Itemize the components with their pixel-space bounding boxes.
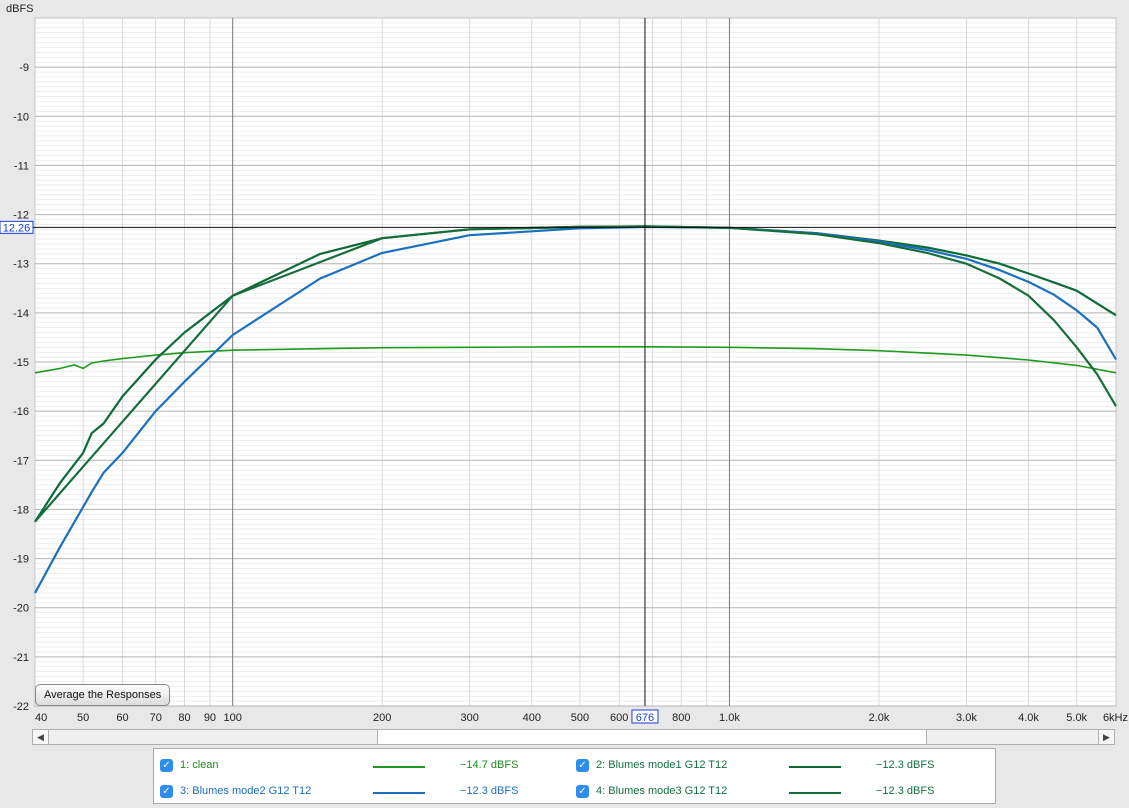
y-tick-label: -11 (14, 160, 29, 172)
y-tick-label: -21 (13, 652, 29, 664)
x-tick-label: 50 (77, 712, 89, 724)
legend-swatch (373, 766, 425, 768)
x-tick-label: 800 (672, 712, 690, 724)
y-tick-label: -18 (13, 504, 29, 516)
cursor-x-readout: 676 (636, 712, 654, 724)
x-tick-label: 80 (178, 712, 190, 724)
y-tick-label: -13 (13, 259, 29, 271)
x-tick-label: 4.0k (1018, 712, 1039, 724)
x-tick-label: 200 (373, 712, 391, 724)
legend-label: 3: Blumes mode2 G12 T12 (180, 785, 312, 797)
x-tick-label: 40 (35, 712, 47, 724)
scroll-left-arrow-icon[interactable]: ◀ (33, 730, 49, 744)
legend-swatch (789, 766, 841, 768)
y-tick-label: -16 (13, 406, 29, 418)
x-tick-label: 1.0k (719, 712, 740, 724)
x-tick-label: 100 (224, 712, 242, 724)
legend-label: 2: Blumes mode1 G12 T12 (596, 759, 728, 771)
horizontal-scrollbar[interactable]: ◀ ▶ (32, 729, 1115, 745)
x-tick-label: 400 (523, 712, 541, 724)
y-tick-label: -22 (13, 701, 29, 713)
cursor-y-readout: 12.26 (3, 222, 31, 234)
x-tick-label: 500 (571, 712, 589, 724)
x-tick-label: 6kHz (1103, 712, 1128, 724)
y-tick-label: -15 (13, 357, 29, 369)
x-tick-label: 70 (150, 712, 162, 724)
legend-label: 1: clean (180, 759, 219, 771)
y-axis-label: dBFS (6, 3, 34, 15)
legend-value: −14.7 dBFS (460, 759, 519, 771)
y-tick-label: -12 (13, 210, 29, 222)
legend-item-3[interactable]: ✓ 3: Blumes mode2 G12 T12 −12.3 dBFS (160, 782, 570, 802)
y-tick-label: -17 (13, 455, 29, 467)
frequency-response-chart[interactable]: -9 -10 -11 -12 -13 -14 -15 -16 -17 -18 -19 -20 -21 -2… (0, 0, 1129, 728)
legend-swatch (789, 792, 841, 794)
y-tick-label: -9 (19, 62, 29, 74)
legend-item-2[interactable]: ✓ 2: Blumes mode1 G12 T12 −12.3 dBFS (576, 756, 986, 776)
checkbox-checked-icon[interactable]: ✓ (576, 759, 589, 772)
legend-value: −12.3 dBFS (876, 785, 935, 797)
legend-item-4[interactable]: ✓ 4: Blumes mode3 G12 T12 −12.3 dBFS (576, 782, 986, 802)
scroll-right-arrow-icon[interactable]: ▶ (1098, 730, 1114, 744)
x-tick-label: 3.0k (956, 712, 977, 724)
x-tick-label: 90 (204, 712, 216, 724)
legend-item-1[interactable]: ✓ 1: clean −14.7 dBFS (160, 756, 570, 776)
legend-value: −12.3 dBFS (876, 759, 935, 771)
checkbox-checked-icon[interactable]: ✓ (160, 759, 173, 772)
average-responses-button[interactable]: Average the Responses (35, 684, 171, 706)
legend-value: −12.3 dBFS (460, 785, 519, 797)
plot-area[interactable]: -9 -10 -11 -12 -13 -14 -15 -16 -17 -18 -19 -20 -21 -2… (0, 0, 1129, 728)
x-tick-label: 600 (610, 712, 628, 724)
legend-swatch (373, 792, 425, 794)
checkbox-checked-icon[interactable]: ✓ (160, 785, 173, 798)
y-tick-label: -19 (13, 554, 29, 566)
legend-panel: ✓ 1: clean −14.7 dBFS ✓ 2: Blumes mode1 … (153, 748, 996, 804)
y-tick-label: -14 (13, 308, 29, 320)
x-tick-label: 5.0k (1066, 712, 1087, 724)
x-tick-label: 300 (461, 712, 479, 724)
checkbox-checked-icon[interactable]: ✓ (576, 785, 589, 798)
y-tick-label: -10 (13, 111, 29, 123)
x-tick-label: 2.0k (869, 712, 890, 724)
x-tick-label: 60 (116, 712, 128, 724)
legend-label: 4: Blumes mode3 G12 T12 (596, 785, 728, 797)
scrollbar-thumb[interactable] (377, 730, 927, 744)
y-tick-label: -20 (13, 603, 29, 615)
